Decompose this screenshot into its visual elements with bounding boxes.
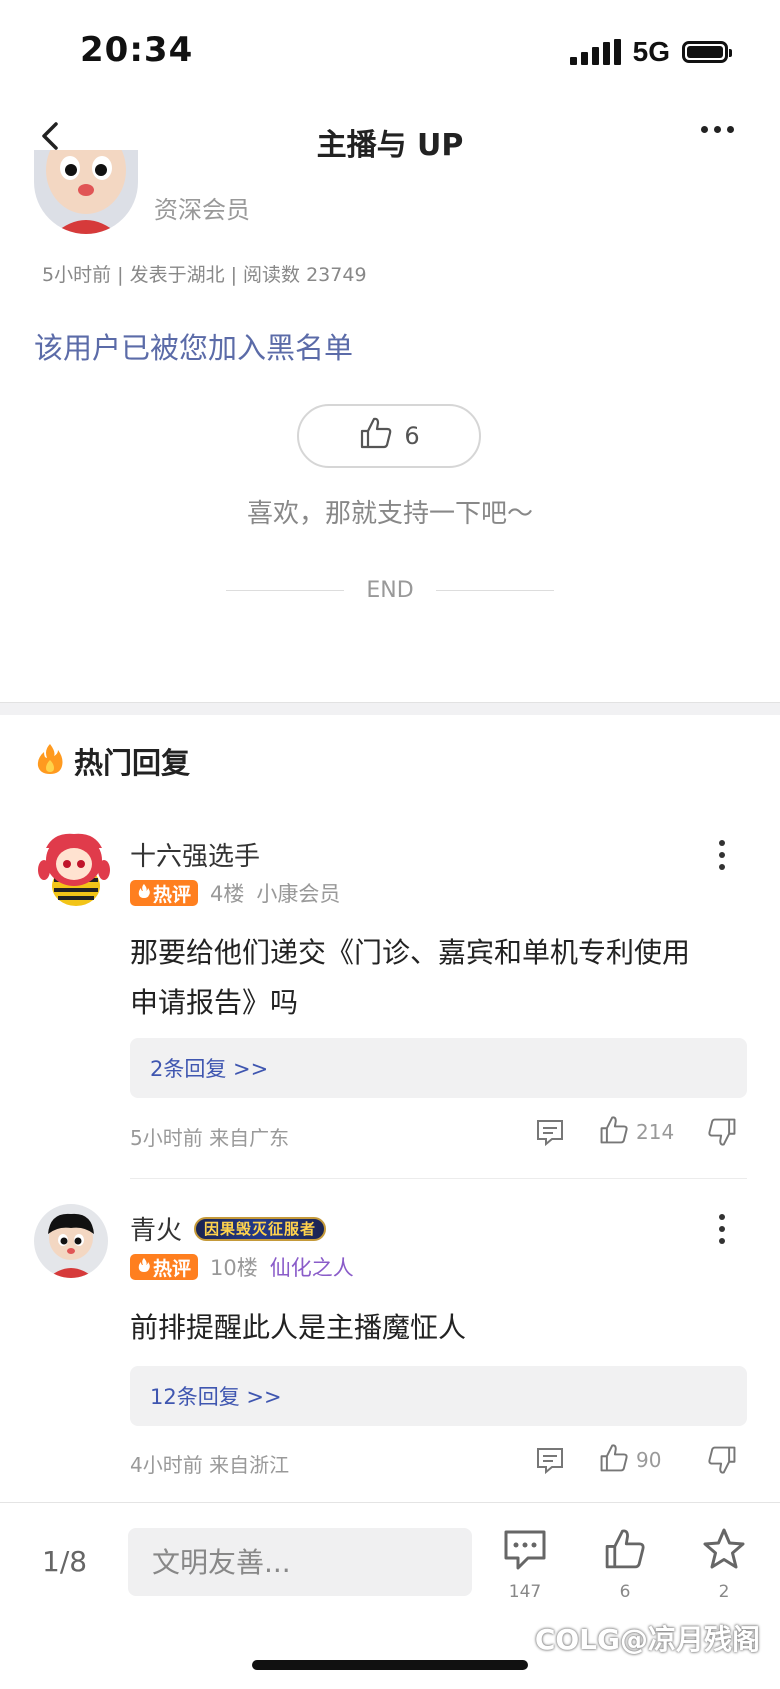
comment-avatar[interactable]	[32, 828, 116, 908]
favorite-button[interactable]: 2	[701, 1526, 747, 1602]
favorite-count: 2	[718, 1582, 730, 1602]
thumbs-down-icon[interactable]	[706, 1116, 738, 1152]
star-icon	[701, 1526, 747, 1576]
signal-icon	[569, 39, 621, 65]
fire-icon	[34, 742, 66, 780]
comment-like-count: 214	[636, 1120, 675, 1144]
comment-like-button[interactable]: 90	[598, 1442, 661, 1478]
comment-avatar[interactable]	[34, 1204, 108, 1278]
thumbs-down-icon[interactable]	[706, 1444, 738, 1480]
comment-icon[interactable]	[534, 1116, 566, 1152]
hot-replies-header: 热门回复	[34, 740, 190, 782]
hot-comment-badge: 热评	[130, 1254, 199, 1280]
view-replies-button[interactable]: 2条回复 >>	[130, 1038, 747, 1098]
comment-author-level: 仙化之人	[269, 1256, 354, 1280]
comment-time-location: 5小时前 来自广东	[130, 1126, 290, 1150]
post-meta: 5小时前 | 发表于湖北 | 阅读数 23749	[42, 264, 367, 286]
comment-icon[interactable]	[534, 1444, 566, 1480]
comment-divider	[130, 1178, 747, 1179]
view-replies-button[interactable]: 12条回复 >>	[130, 1366, 747, 1426]
status-time: 20:34	[80, 30, 194, 70]
more-icon[interactable]	[719, 840, 725, 870]
blacklist-notice[interactable]: 该用户已被您加入黑名单	[34, 325, 353, 367]
section-divider	[0, 702, 780, 715]
more-icon[interactable]	[719, 1214, 725, 1244]
comment-like-count: 90	[636, 1448, 662, 1472]
thumbs-up-icon	[602, 1526, 648, 1576]
network-type: 5G	[632, 36, 670, 67]
comment-author-name[interactable]: 青火	[130, 1210, 182, 1247]
comment-floor: 10楼	[210, 1256, 258, 1280]
post-like-count: 6	[404, 422, 420, 450]
post-like-button[interactable]: 6	[297, 404, 481, 468]
home-indicator[interactable]	[252, 1660, 528, 1670]
end-label: END	[366, 578, 414, 603]
status-indicators: 5G	[569, 36, 732, 68]
like-count: 6	[619, 1582, 631, 1602]
comment-time-location: 4小时前 来自浙江	[130, 1453, 290, 1477]
comment-author-name[interactable]: 十六强选手	[130, 836, 260, 873]
comment-meta: 热评 4楼 小康会员	[130, 878, 340, 908]
comment-author-row: 青火 因果毁灭征服者	[130, 1210, 327, 1247]
battery-icon	[682, 41, 732, 63]
comment-input-box[interactable]	[128, 1528, 472, 1596]
hot-replies-title: 热门回复	[74, 746, 191, 780]
more-icon[interactable]	[701, 126, 734, 133]
comment-text: 那要给他们递交《门诊、嘉宾和单机专利使用 申请报告》吗	[130, 936, 691, 1019]
thumbs-up-icon	[598, 1114, 630, 1150]
comment-author-level: 小康会员	[256, 882, 341, 906]
comment-floor: 4楼	[210, 882, 245, 906]
medal-badge: 因果毁灭征服者	[194, 1216, 327, 1241]
comment-like-button[interactable]: 214	[598, 1114, 674, 1150]
comment-icon	[502, 1528, 548, 1576]
author-level: 资深会员	[154, 196, 250, 224]
comment-count: 147	[508, 1582, 542, 1602]
like-button[interactable]: 6	[602, 1526, 648, 1602]
hot-comment-badge: 热评	[130, 880, 199, 906]
fire-icon	[137, 882, 151, 904]
comment-input[interactable]	[128, 1528, 472, 1596]
author-avatar[interactable]	[34, 150, 138, 234]
page-indicator[interactable]: 1/8	[42, 1545, 87, 1578]
watermark: COLG@凉月残阁	[534, 1623, 760, 1656]
like-hint: 喜欢，那就支持一下吧～	[246, 499, 533, 529]
thumbs-up-icon	[358, 415, 394, 457]
comment-text: 前排提醒此人是主播魔怔人	[130, 1311, 467, 1344]
thumbs-up-icon	[598, 1442, 630, 1478]
comment-meta: 热评 10楼 仙化之人	[130, 1252, 354, 1282]
end-marker: END	[0, 578, 780, 603]
fire-icon	[137, 1256, 151, 1278]
comments-button[interactable]: 147	[502, 1528, 548, 1602]
